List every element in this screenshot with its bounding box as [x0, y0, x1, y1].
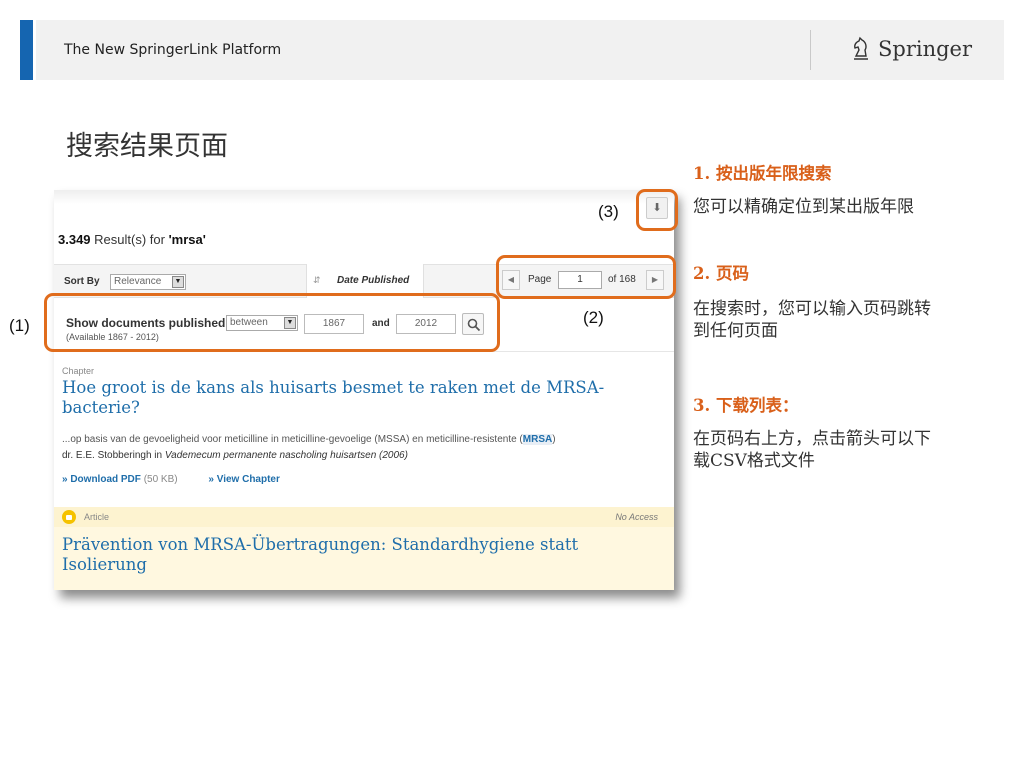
side-heading-2: 2. 页码 [693, 264, 749, 283]
result-title-link[interactable]: Hoe groot is de kans als huisarts besmet… [62, 378, 622, 418]
result-title-line: Hoe groot is de kans als huisarts besmet… [62, 378, 605, 397]
result-snippet: ...op basis van de gevoeligheid voor met… [62, 434, 556, 445]
annotation-box-2 [496, 255, 676, 299]
side-text-line: 载CSV格式文件 [693, 451, 815, 471]
author-name: dr. E.E. Stobberingh in [62, 450, 165, 461]
sort-select-value: Relevance [114, 276, 162, 287]
side-text-line: 在搜索时，您可以输入页码跳转 [693, 299, 931, 319]
annotation-label-3: (3) [598, 202, 619, 221]
date-published-label: Date Published [337, 275, 410, 286]
result-count-number: 3.349 [58, 232, 91, 247]
sort-select[interactable]: Relevance ▼ [110, 274, 186, 290]
sort-arrows-icon: ⇵ [313, 275, 321, 285]
view-chapter-link[interactable]: » View Chapter [208, 474, 280, 485]
side-text-line: 到任何页面 [693, 321, 778, 341]
side-heading-1: 1. 按出版年限搜索 [693, 164, 832, 183]
result-title-link[interactable]: Prävention von MRSA-Übertragungen: Stand… [62, 535, 622, 575]
springer-logo: Springer [850, 34, 972, 64]
snippet-text: ) [552, 434, 556, 445]
side-text-3: 在页码右上方，点击箭头可以下 载CSV格式文件 [693, 428, 1013, 472]
header-accent-bar [20, 20, 33, 80]
lock-icon [62, 510, 76, 524]
result-title-line: Prävention von MRSA-Übertragungen: Stand… [62, 535, 579, 554]
side-heading-3: 3. 下载列表： [693, 396, 799, 415]
annotation-label-2: (2) [583, 308, 604, 327]
side-text-line: 在页码右上方，点击箭头可以下 [693, 429, 931, 449]
result-type: Article [84, 512, 110, 522]
slide-title: 搜索结果页面 [66, 131, 228, 162]
result-title-line: Isolierung [62, 555, 147, 574]
screenshot-top-fade [54, 190, 674, 204]
result-title-line: bacterie? [62, 398, 140, 417]
download-pdf-link[interactable]: » Download PDF (50 KB) [62, 474, 178, 485]
snippet-highlight: MRSA [522, 434, 553, 445]
annotation-box-1 [44, 293, 500, 352]
header-divider [810, 30, 811, 70]
chevron-down-icon: ▼ [172, 276, 184, 288]
search-results-screenshot: 3.349 Result(s) for 'mrsa' Sort By Relev… [54, 190, 674, 590]
side-text-2: 在搜索时，您可以输入页码跳转 到任何页面 [693, 298, 1013, 342]
springer-logo-text: Springer [878, 37, 973, 61]
result-links: » Download PDF (50 KB) » View Chapter [62, 474, 280, 485]
result-item: Article No Access Prävention von MRSA-Üb… [54, 507, 674, 590]
snippet-text: ...op basis van de gevoeligheid voor met… [62, 434, 523, 445]
download-pdf-label: » Download PDF [62, 474, 141, 485]
result-access-band: Article No Access [54, 507, 674, 527]
download-size: (50 KB) [143, 474, 178, 485]
header-title: The New SpringerLink Platform [64, 42, 282, 58]
result-type: Chapter [62, 366, 95, 376]
annotation-box-3 [636, 189, 678, 231]
side-text-1: 您可以精确定位到某出版年限 [693, 197, 914, 217]
result-authors: dr. E.E. Stobberingh in Vademecum perman… [62, 450, 408, 461]
result-source: Vademecum permanente nascholing huisarts… [164, 450, 408, 461]
annotation-label-1: (1) [9, 316, 30, 335]
result-query: 'mrsa' [168, 232, 206, 247]
result-count-text: Result(s) for [90, 232, 169, 247]
sort-by-label: Sort By [64, 276, 100, 287]
result-count: 3.349 Result(s) for 'mrsa' [58, 232, 206, 247]
chess-knight-icon [854, 36, 868, 60]
access-badge: No Access [615, 512, 658, 522]
slide: The New SpringerLink Platform Springer 搜… [0, 0, 1024, 768]
